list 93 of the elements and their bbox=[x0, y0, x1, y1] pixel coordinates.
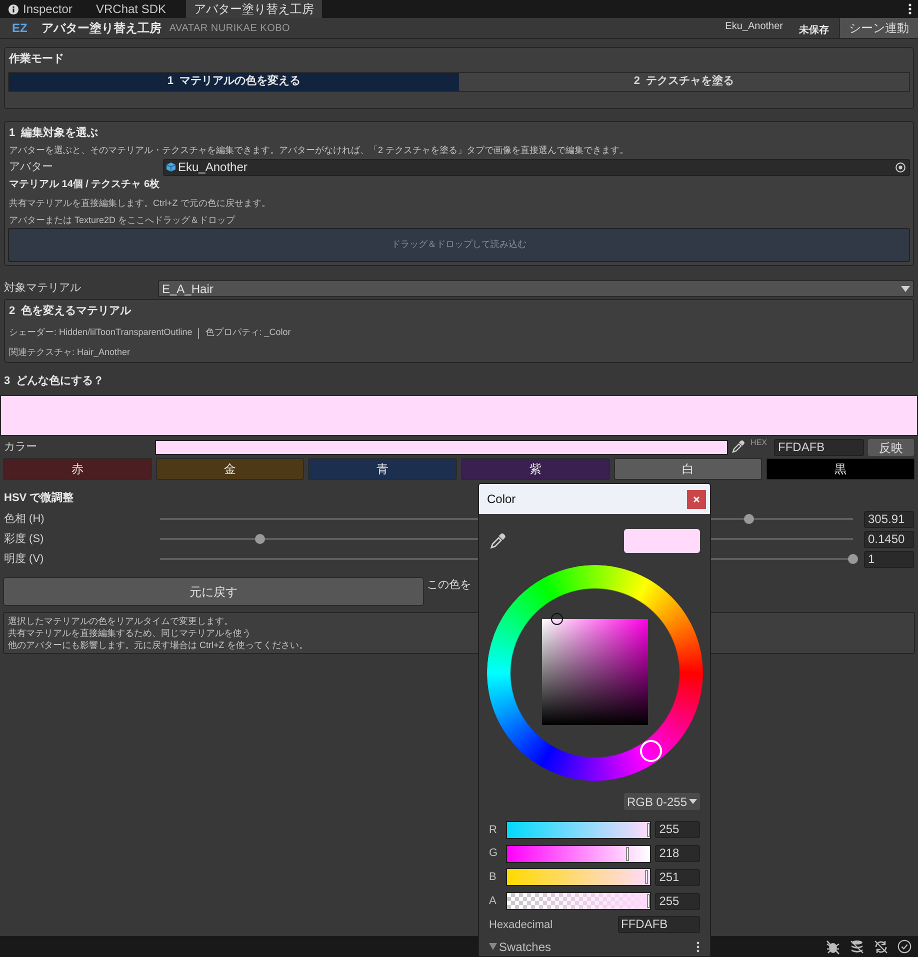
save-status: 未保存 bbox=[799, 24, 829, 38]
avatar-field[interactable]: Eku_Another bbox=[163, 158, 910, 176]
more-options-icon bbox=[696, 940, 700, 953]
channel-label: B bbox=[489, 870, 498, 886]
counts-text: マテリアル 14個 / テクスチャ 6枚 bbox=[9, 178, 161, 192]
description: アバターを選ぶと、そのマテリアル・テクスチャを編集できます。アバターがなければ、「2 テクスチャを塗る」タブで画像を直接選んで編集できます。 bbox=[9, 144, 630, 157]
section-title: HSV で微調整 bbox=[4, 490, 74, 506]
channel-label: A bbox=[489, 894, 498, 909]
panel-title: 作業モード bbox=[9, 52, 65, 67]
mode-dropdown[interactable]: RGB 0-255 bbox=[624, 793, 700, 810]
check-icon[interactable] bbox=[897, 939, 912, 954]
channel-label: G bbox=[489, 846, 499, 862]
saturation-value-square[interactable] bbox=[542, 619, 648, 725]
mode-tab[interactable]: 2 テクスチャを塗る bbox=[459, 72, 909, 90]
field-label: Hexadecimal bbox=[489, 918, 553, 933]
preset-button[interactable]: 赤 bbox=[3, 458, 152, 480]
preset-button[interactable]: 黒 bbox=[766, 458, 915, 480]
scene-sync-button[interactable]: シーン連動 bbox=[839, 18, 918, 38]
eyedropper-icon[interactable] bbox=[489, 532, 506, 550]
section-title: 1 編集対象を選ぶ bbox=[9, 126, 100, 141]
field-label: アバター bbox=[9, 160, 54, 175]
slider-handle[interactable] bbox=[647, 894, 650, 908]
slider-handle[interactable] bbox=[626, 846, 630, 861]
hue-marker[interactable] bbox=[640, 740, 662, 762]
slider-thumb[interactable] bbox=[848, 554, 858, 564]
info-text: 選択したマテリアルの色をリアルタイムで変更します。 bbox=[8, 615, 233, 627]
drop-zone[interactable]: ドラッグ＆ドロップして読み込む bbox=[8, 228, 910, 262]
app-subtitle: AVATAR NURIKAE KOBO bbox=[169, 22, 290, 36]
channel-slider[interactable] bbox=[506, 868, 652, 886]
mode-tab[interactable]: 1 マテリアルの色を変える bbox=[9, 72, 459, 90]
number-field[interactable]: 305.91 bbox=[864, 510, 914, 528]
tab[interactable]: VRChat SDK bbox=[88, 0, 186, 18]
swatches-foldout[interactable]: Swatches bbox=[489, 938, 552, 956]
hint-text: この色を bbox=[427, 578, 471, 593]
hex-field[interactable]: FFDAFB bbox=[618, 916, 700, 934]
channel-slider[interactable] bbox=[506, 844, 652, 863]
slider-handle[interactable] bbox=[647, 822, 650, 837]
color-marker[interactable] bbox=[550, 613, 563, 625]
field-label: 色相 (H) bbox=[4, 512, 46, 527]
field-label: 対象マテリアル bbox=[4, 280, 82, 296]
preset-button[interactable]: 金 bbox=[156, 458, 304, 480]
caret-icon bbox=[901, 286, 910, 292]
avatar-name: Eku_Another bbox=[725, 20, 783, 34]
number-field[interactable]: 218 bbox=[655, 845, 700, 862]
preset-button[interactable]: 白 bbox=[614, 458, 762, 480]
close-icon bbox=[693, 496, 700, 502]
slider-handle[interactable] bbox=[644, 870, 648, 884]
bug-icon[interactable] bbox=[825, 938, 841, 954]
material-dropdown[interactable]: E_A_Hair bbox=[158, 280, 914, 297]
cube-icon bbox=[166, 162, 176, 172]
triangle-icon bbox=[489, 943, 497, 950]
preset-button[interactable]: 紫 bbox=[461, 458, 610, 480]
database-icon[interactable] bbox=[849, 938, 865, 954]
color-field[interactable] bbox=[155, 440, 728, 454]
refresh-icon[interactable] bbox=[873, 938, 889, 954]
info-icon bbox=[8, 4, 19, 14]
number-field[interactable]: 255 bbox=[655, 821, 700, 838]
slider-thumb[interactable] bbox=[744, 514, 754, 524]
caret-icon bbox=[689, 799, 697, 804]
section-title: 3 どんな色にする？ bbox=[4, 374, 106, 389]
channel-slider[interactable] bbox=[506, 892, 652, 910]
target-icon bbox=[895, 162, 906, 172]
info-text: 他のアバターにも影響します。元に戻す場合は Ctrl+Z を使ってください。 bbox=[8, 639, 308, 651]
hex-field[interactable]: FFDAFB bbox=[774, 438, 864, 456]
logo: EZ bbox=[12, 20, 28, 37]
slider-thumb[interactable] bbox=[255, 534, 266, 544]
property-text: 色プロパティ: _Color bbox=[205, 326, 291, 340]
texture-text: 関連テクスチャ: Hair_Another bbox=[9, 346, 132, 359]
number-field[interactable]: 1 bbox=[864, 550, 914, 568]
channel-slider[interactable] bbox=[506, 820, 652, 839]
eyedropper-icon[interactable] bbox=[730, 440, 745, 454]
number-field[interactable]: 251 bbox=[655, 868, 700, 886]
app-title: アバター塗り替え工房 bbox=[41, 20, 162, 37]
number-field[interactable]: 0.1450 bbox=[864, 530, 914, 548]
info-text: 共有マテリアルを直接編集するため、同じマテリアルを使う bbox=[8, 627, 251, 639]
tab[interactable]: アバター塗り替え工房 bbox=[186, 0, 322, 18]
reset-button[interactable]: 元に戻す bbox=[3, 577, 424, 606]
hex-label: HEX bbox=[750, 437, 767, 449]
number-field[interactable]: 255 bbox=[655, 892, 700, 910]
field-label: 明度 (V) bbox=[4, 552, 45, 567]
tab[interactable]: Inspector bbox=[0, 0, 88, 18]
hint-text: アバターまたは Texture2D をここへドラッグ＆ドロップ bbox=[9, 214, 236, 227]
note-text: 共有マテリアルを直接編集します。Ctrl+Z で元の色に戻せます。 bbox=[9, 197, 272, 210]
shader-text: シェーダー: Hidden/lilToonTransparentOutline bbox=[9, 326, 192, 340]
field-label: 彩度 (S) bbox=[4, 532, 45, 547]
apply-button[interactable]: 反映 bbox=[868, 438, 914, 456]
preset-button[interactable]: 青 bbox=[308, 458, 457, 480]
more-options-icon bbox=[908, 3, 912, 15]
close-button[interactable] bbox=[687, 490, 706, 508]
window-title: Color bbox=[487, 491, 516, 508]
section-title: 2 色を変えるマテリアル bbox=[9, 304, 132, 319]
channel-label: R bbox=[489, 822, 498, 838]
field-label: カラー bbox=[4, 440, 38, 455]
